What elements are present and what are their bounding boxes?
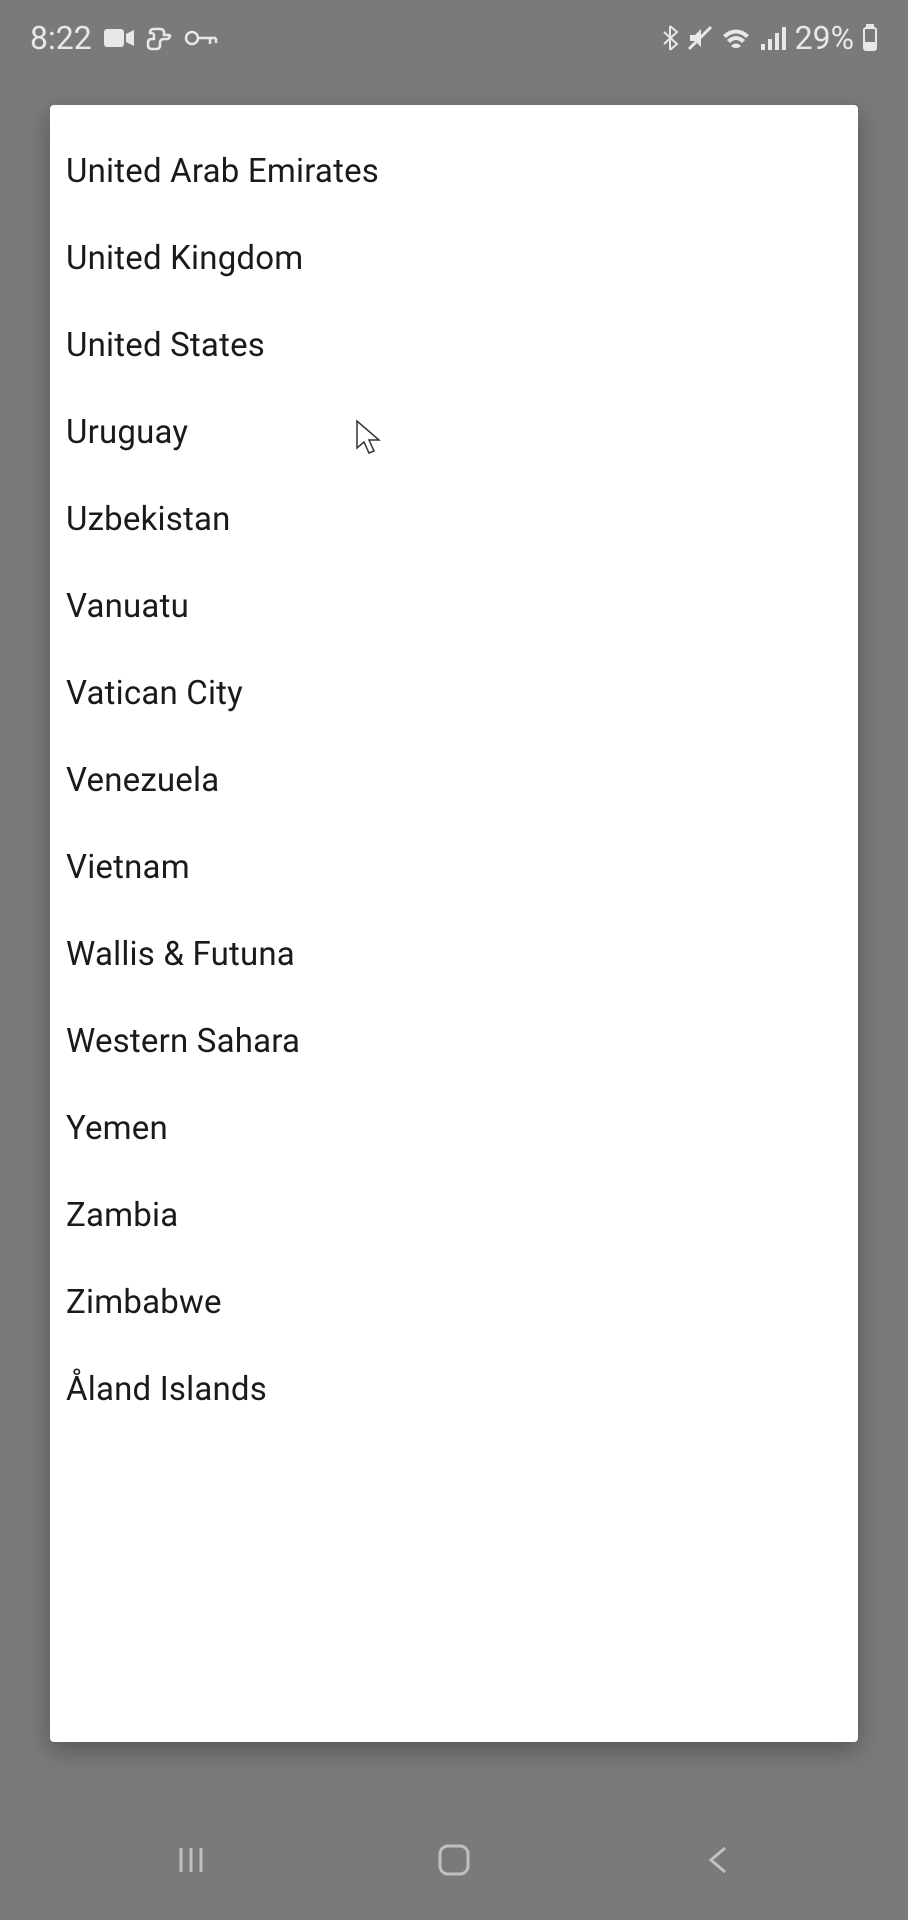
country-list[interactable]: UkraineUnited Arab EmiratesUnited Kingdo… (50, 105, 858, 1742)
country-item[interactable]: Uzbekistan (50, 476, 858, 563)
country-item[interactable]: United Arab Emirates (50, 128, 858, 215)
country-item[interactable]: Zambia (50, 1172, 858, 1259)
country-item[interactable]: Uruguay (50, 389, 858, 476)
country-item[interactable]: Vanuatu (50, 563, 858, 650)
modal-overlay[interactable]: UkraineUnited Arab EmiratesUnited Kingdo… (0, 0, 908, 1920)
country-item[interactable]: Ukraine (50, 105, 858, 128)
country-item[interactable]: Vatican City (50, 650, 858, 737)
country-item[interactable]: Western Sahara (50, 998, 858, 1085)
country-item[interactable]: Zimbabwe (50, 1259, 858, 1346)
country-item[interactable]: United States (50, 302, 858, 389)
country-item[interactable]: United Kingdom (50, 215, 858, 302)
country-item[interactable]: Vietnam (50, 824, 858, 911)
country-picker-modal: UkraineUnited Arab EmiratesUnited Kingdo… (50, 105, 858, 1742)
country-item[interactable]: Åland Islands (50, 1346, 858, 1433)
country-item[interactable]: Yemen (50, 1085, 858, 1172)
country-item[interactable]: Wallis & Futuna (50, 911, 858, 998)
country-item[interactable]: Venezuela (50, 737, 858, 824)
